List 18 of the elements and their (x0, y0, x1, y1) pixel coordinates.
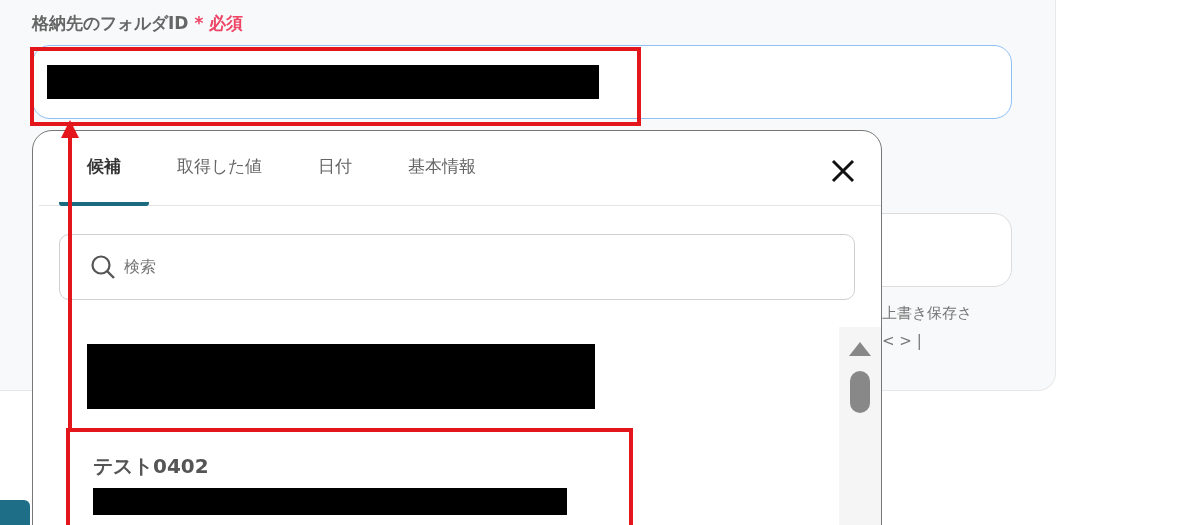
search-icon (90, 254, 116, 280)
scrollbar[interactable] (839, 327, 881, 525)
suggestion-item[interactable]: テスト0402 (87, 453, 881, 515)
search-placeholder: 検索 (124, 256, 156, 278)
required-label: 必須 (209, 12, 244, 35)
tab[interactable]: 取得した値 (149, 131, 290, 206)
hint-text: < > | (882, 331, 922, 352)
folder-id-field[interactable] (32, 45, 1012, 119)
tab[interactable]: 日付 (290, 131, 380, 206)
scroll-thumb[interactable] (850, 371, 870, 413)
field-label: 格納先のフォルダID (32, 12, 189, 35)
close-icon[interactable] (831, 159, 855, 183)
scroll-up-icon[interactable] (848, 341, 872, 357)
required-mark: * (194, 13, 204, 33)
hint-text: 上書き保存さ (882, 303, 972, 324)
suggestion-title: テスト0402 (92, 453, 210, 480)
tab[interactable]: 基本情報 (380, 131, 504, 206)
search-field[interactable]: 検索 (59, 234, 855, 300)
